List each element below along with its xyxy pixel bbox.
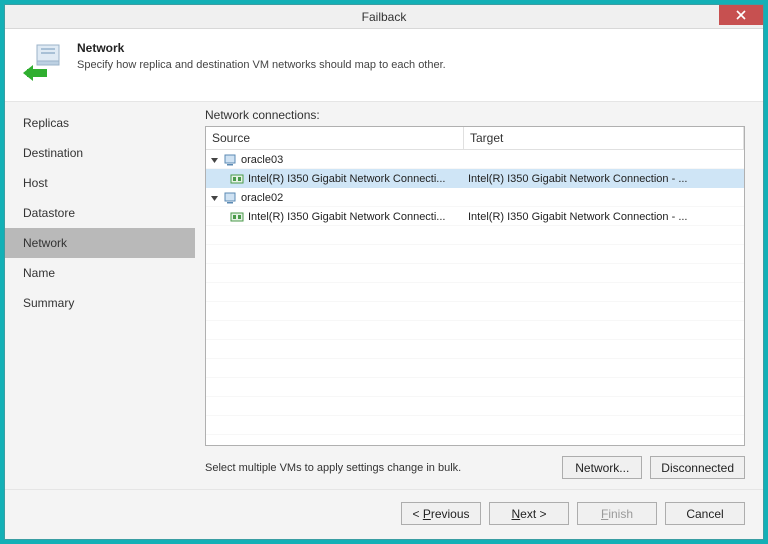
sidebar-item-name[interactable]: Name [5,258,195,288]
titlebar: Failback [5,5,763,29]
column-target[interactable]: Target [464,127,744,149]
nic-icon [230,210,244,224]
failback-wizard: Failback Network Specify how replica and… [4,4,764,540]
wizard-footer: < Previous Next > Finish Cancel [5,489,763,539]
disconnected-button[interactable]: Disconnected [650,456,745,479]
sidebar-item-destination[interactable]: Destination [5,138,195,168]
wizard-header: Network Specify how replica and destinat… [5,29,763,101]
close-button[interactable] [719,5,763,25]
wizard-steps-sidebar: Replicas Destination Host Datastore Netw… [5,102,195,489]
network-step-icon [19,39,67,87]
grid-header: Source Target [206,127,744,150]
vm-icon [223,153,237,167]
bulk-hint: Select multiple VMs to apply settings ch… [205,462,554,474]
nic-source: Intel(R) I350 Gigabit Network Connecti..… [248,173,445,185]
connections-label: Network connections: [205,108,745,122]
sidebar-item-host[interactable]: Host [5,168,195,198]
expand-caret-icon[interactable] [210,155,219,164]
network-button[interactable]: Network... [562,456,642,479]
page-description: Specify how replica and destination VM n… [77,59,446,71]
nic-source: Intel(R) I350 Gigabit Network Connecti..… [248,211,445,223]
content-pane: Network connections: Source Target [195,102,763,489]
page-title: Network [77,41,446,55]
table-row[interactable]: oracle02 [206,188,744,207]
table-row[interactable]: Intel(R) I350 Gigabit Network Connecti..… [206,207,744,226]
sidebar-item-datastore[interactable]: Datastore [5,198,195,228]
network-connections-grid[interactable]: Source Target oracle03 [205,126,745,446]
nic-target: Intel(R) I350 Gigabit Network Connection… [464,173,744,185]
grid-body[interactable]: oracle03 Intel(R) I350 Gigabit Network C… [206,150,744,445]
group-name: oracle03 [241,154,283,166]
previous-button[interactable]: < Previous [401,502,481,525]
column-source[interactable]: Source [206,127,464,149]
vm-icon [223,191,237,205]
window-title: Failback [5,10,763,24]
group-name: oracle02 [241,192,283,204]
sidebar-item-replicas[interactable]: Replicas [5,108,195,138]
finish-button[interactable]: Finish [577,502,657,525]
table-row[interactable]: oracle03 [206,150,744,169]
next-button[interactable]: Next > [489,502,569,525]
sidebar-item-summary[interactable]: Summary [5,288,195,318]
sidebar-item-network[interactable]: Network [5,228,195,258]
table-row[interactable]: Intel(R) I350 Gigabit Network Connecti..… [206,169,744,188]
expand-caret-icon[interactable] [210,193,219,202]
cancel-button[interactable]: Cancel [665,502,745,525]
nic-icon [230,172,244,186]
nic-target: Intel(R) I350 Gigabit Network Connection… [464,211,744,223]
